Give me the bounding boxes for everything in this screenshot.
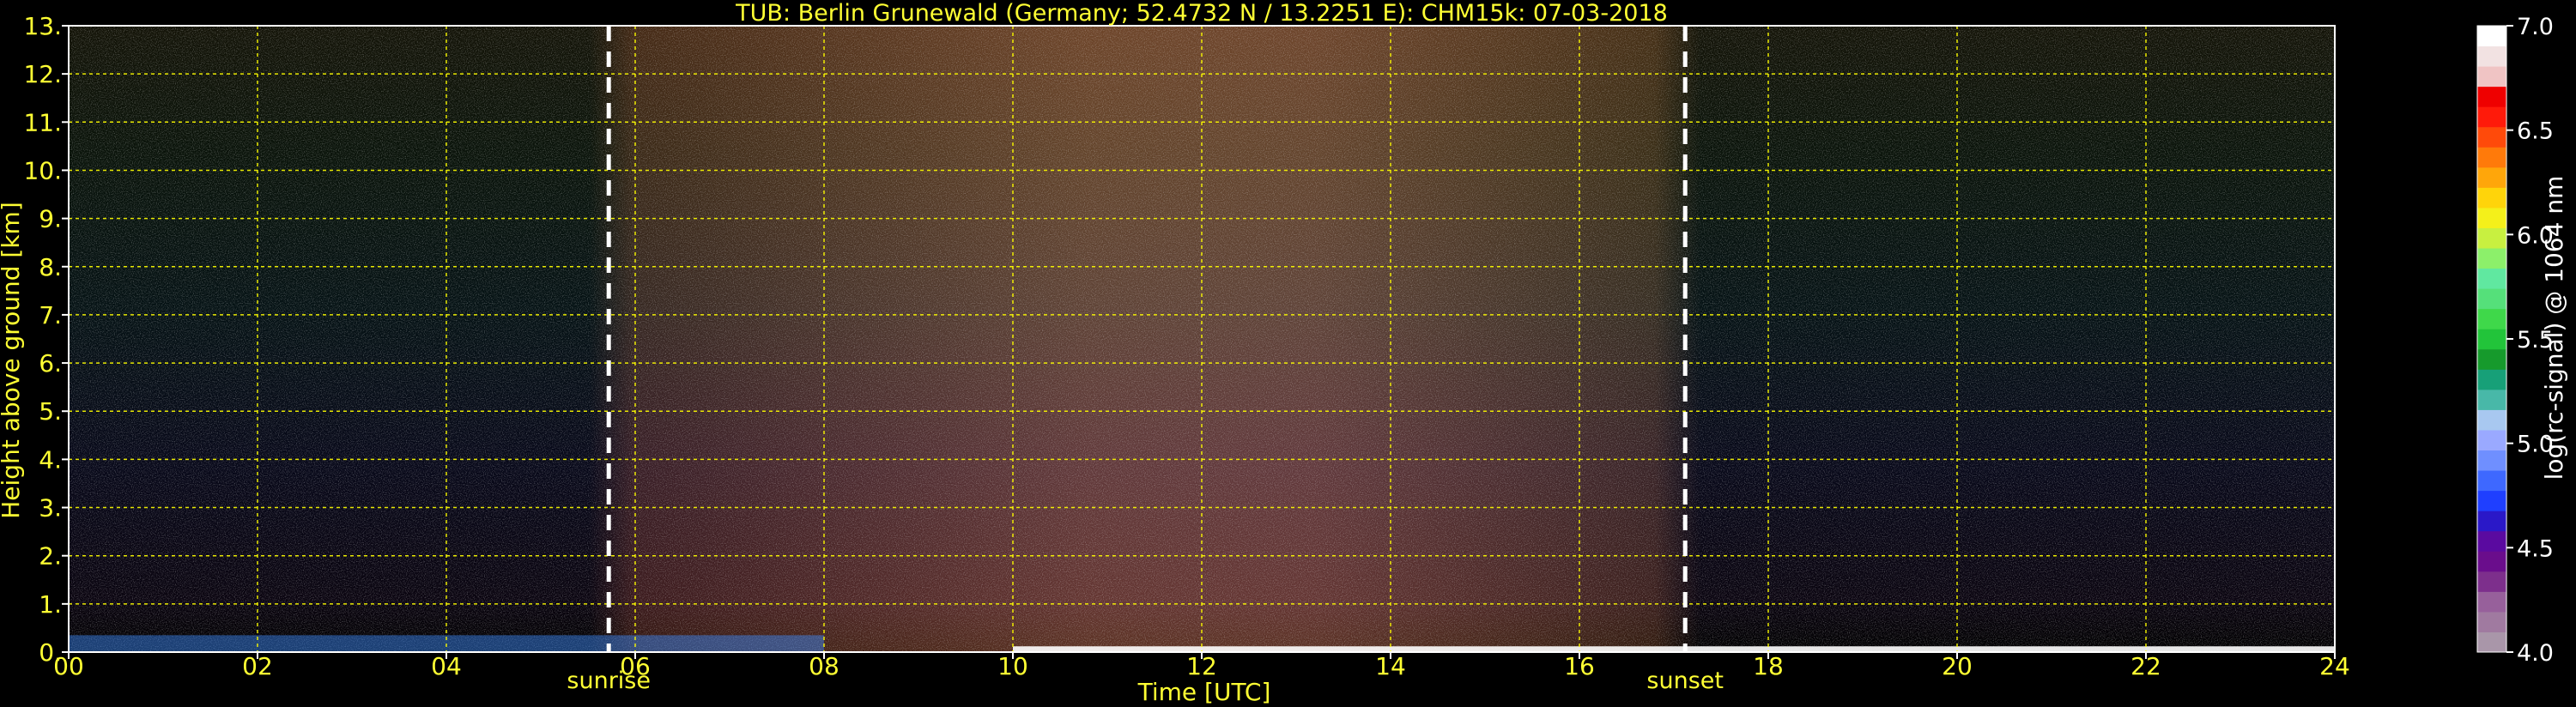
x-tick-label: 08 <box>809 652 839 680</box>
colorbar-swatch <box>2477 530 2506 552</box>
y-tick-label: 3. <box>39 494 62 523</box>
colorbar-swatch <box>2477 591 2506 613</box>
colorbar-swatch <box>2477 389 2506 410</box>
colorbar-swatch <box>2477 429 2506 451</box>
colorbar-swatch <box>2477 348 2506 370</box>
x-tick-label: 18 <box>1753 652 1784 680</box>
y-axis-label: Height above ground [km] <box>0 202 25 519</box>
y-tick-label: 8. <box>39 253 62 281</box>
x-axis-label: Time [UTC] <box>1137 678 1271 706</box>
colorbar-swatch <box>2477 45 2506 67</box>
x-tick-label: 16 <box>1564 652 1595 680</box>
y-tick-label: 2. <box>39 542 62 571</box>
x-tick-label: 10 <box>997 652 1028 680</box>
colorbar-swatch <box>2477 329 2506 350</box>
colorbar-swatch <box>2477 187 2506 208</box>
colorbar-swatch <box>2477 308 2506 329</box>
colorbar-swatch <box>2477 571 2506 592</box>
signal-noise <box>69 26 2335 652</box>
x-tick-label: 12 <box>1186 652 1217 680</box>
colorbar-swatch <box>2477 248 2506 269</box>
lidar-chart: sunrise sunset 00 02 04 06 08 10 12 14 16 18 20 22 24… <box>0 0 2568 706</box>
y-tick-label: 6. <box>39 349 62 378</box>
x-tick-label: 22 <box>2131 652 2161 680</box>
boundary-layer-day <box>1013 646 2335 652</box>
y-tick-label: 0. <box>39 638 62 667</box>
y-tick-label: 5. <box>39 397 62 426</box>
sunset-label: sunset <box>1646 668 1724 694</box>
signal-field <box>69 26 2335 652</box>
x-tick-label: 20 <box>1942 652 1973 680</box>
colorbar-swatch <box>2477 106 2506 128</box>
y-tick-label: 10. <box>23 156 62 184</box>
y-tick-label: 9. <box>39 205 62 233</box>
y-tick-label: 4. <box>39 445 62 474</box>
y-tick-label: 1. <box>39 590 62 619</box>
x-tick-label: 14 <box>1375 652 1406 680</box>
colorbar-tick-label: 4.0 <box>2517 640 2554 667</box>
y-tick-label: 13. <box>23 12 62 40</box>
y-tick-label: 11. <box>23 108 62 136</box>
chart-title: TUB: Berlin Grunewald (Germany; 52.4732 … <box>735 0 1668 27</box>
y-tick-label: 12. <box>23 60 62 88</box>
colorbar-swatch <box>2477 511 2506 532</box>
colorbar-swatch <box>2477 207 2506 228</box>
colorbar-swatch <box>2477 166 2506 188</box>
colorbar-swatch <box>2477 268 2506 289</box>
colorbar-swatch <box>2477 288 2506 310</box>
colorbar-swatch <box>2477 147 2506 168</box>
colorbar-tick-label: 4.5 <box>2517 535 2554 562</box>
colorbar-tick-label: 7.0 <box>2517 14 2554 40</box>
x-tick-label: 06 <box>620 652 651 680</box>
colorbar-swatch <box>2477 66 2506 88</box>
colorbar-swatch <box>2477 551 2506 572</box>
colorbar-swatch <box>2477 450 2506 471</box>
colorbar-label: log(rc-signal) @ 1064 nm <box>2540 176 2568 480</box>
colorbar-swatch <box>2477 490 2506 511</box>
colorbar-swatch <box>2477 611 2506 632</box>
x-tick-label: 02 <box>242 652 273 680</box>
colorbar-swatch <box>2477 369 2506 390</box>
colorbar-swatch <box>2477 26 2506 47</box>
x-tick-label: 24 <box>2319 652 2350 680</box>
colorbar-swatch <box>2477 86 2506 107</box>
colorbar-tick-label: 6.5 <box>2517 118 2554 145</box>
colorbar-swatch <box>2477 227 2506 249</box>
x-tick-label: 04 <box>431 652 462 680</box>
colorbar-swatch <box>2477 470 2506 492</box>
colorbar-swatch <box>2477 126 2506 148</box>
y-tick-label: 7. <box>39 301 62 329</box>
colorbar-swatch <box>2477 631 2506 653</box>
colorbar-swatch <box>2477 409 2506 431</box>
